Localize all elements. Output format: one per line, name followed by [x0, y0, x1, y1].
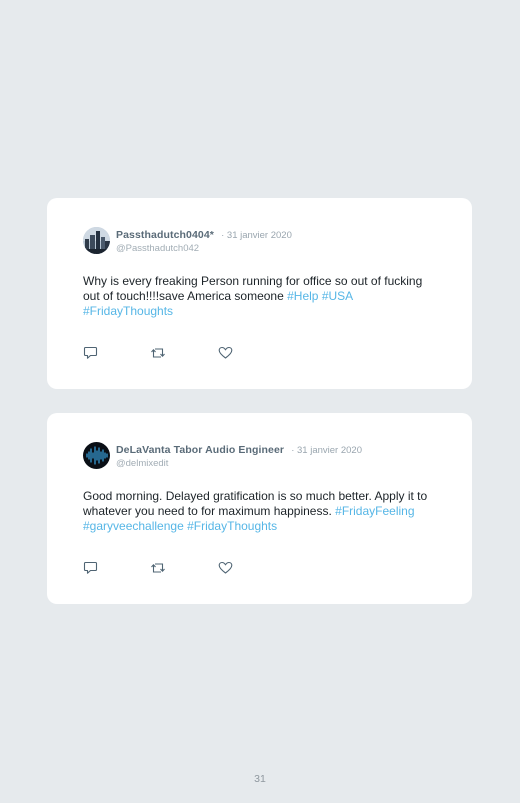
hashtag-link[interactable]: #USA: [322, 289, 353, 303]
tweet-text: Good morning. Delayed gratification is s…: [83, 489, 438, 534]
page-number: 31: [254, 773, 266, 785]
tweet-date: · 31 janvier 2020: [218, 230, 292, 241]
retweet-icon[interactable]: [150, 346, 166, 360]
date-text: 31 janvier 2020: [297, 445, 362, 456]
user-handle[interactable]: @delmixedit: [116, 457, 362, 470]
audio-waveform-icon: [83, 442, 110, 469]
city-skyline-icon: [83, 227, 110, 254]
avatar[interactable]: [83, 442, 110, 469]
hashtag-link[interactable]: #Help: [287, 289, 318, 303]
hashtag-link[interactable]: #garyveechallenge: [83, 519, 184, 533]
hashtag-link[interactable]: #FridayThoughts: [83, 304, 173, 318]
reply-icon[interactable]: [83, 561, 99, 575]
heart-icon[interactable]: [218, 561, 234, 575]
tweet-card: DeLaVanta Tabor Audio Engineer · 31 janv…: [47, 413, 472, 604]
display-name[interactable]: Passthadutch0404*: [116, 229, 214, 241]
hashtag-link[interactable]: #FridayThoughts: [187, 519, 277, 533]
hashtag-link[interactable]: #FridayFeeling: [335, 504, 414, 518]
tweet-text: Why is every freaking Person running for…: [83, 274, 438, 319]
tweet-date: · 31 janvier 2020: [288, 445, 362, 456]
tweet-header: Passthadutch0404* · 31 janvier 2020 @Pas…: [116, 227, 292, 255]
tweet-header: DeLaVanta Tabor Audio Engineer · 31 janv…: [116, 442, 362, 470]
avatar[interactable]: [83, 227, 110, 254]
reply-icon[interactable]: [83, 346, 99, 360]
date-text: 31 janvier 2020: [226, 230, 292, 241]
tweet-body-text: Why is every freaking Person running for…: [83, 274, 423, 303]
tweet-card: Passthadutch0404* · 31 janvier 2020 @Pas…: [47, 198, 472, 389]
display-name[interactable]: DeLaVanta Tabor Audio Engineer: [116, 444, 284, 456]
retweet-icon[interactable]: [150, 561, 166, 575]
heart-icon[interactable]: [218, 346, 234, 360]
user-handle[interactable]: @Passthadutch042: [116, 242, 292, 255]
